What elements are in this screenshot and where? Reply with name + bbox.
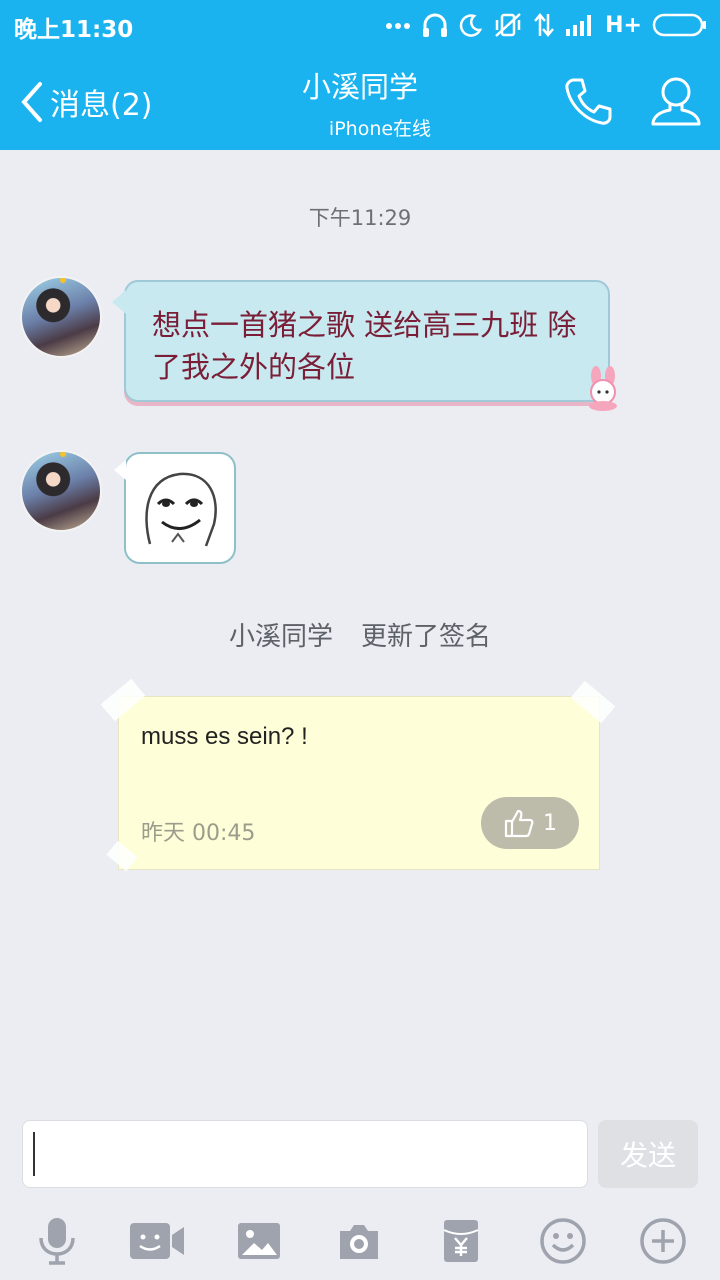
microphone-icon — [39, 1218, 75, 1265]
image-button[interactable] — [230, 1212, 288, 1270]
tape-decoration — [570, 680, 616, 724]
camera-icon — [340, 1225, 378, 1259]
phone-icon — [565, 78, 612, 125]
battery-icon — [652, 13, 706, 37]
voice-button[interactable] — [28, 1212, 86, 1270]
signature-time: 昨天 00:45 — [141, 821, 256, 846]
tape-decoration — [106, 840, 138, 872]
profile-button[interactable] — [648, 72, 704, 132]
back-button[interactable]: 消息(2) — [18, 78, 153, 126]
text-cursor — [33, 1132, 35, 1176]
chat-title: 小溪同学 — [301, 70, 418, 104]
message-input[interactable] — [22, 1120, 588, 1188]
message-text: 想点一首猪之歌 送给高三九班 除了我之外的各位 — [152, 308, 577, 384]
person-icon — [651, 77, 701, 126]
avatar-decoration — [60, 278, 66, 283]
emoji-button[interactable] — [534, 1212, 592, 1270]
emoji-icon — [540, 1218, 586, 1264]
like-button[interactable]: 1 — [481, 797, 579, 849]
more-button[interactable] — [634, 1212, 692, 1270]
sticker-bubble[interactable] — [114, 452, 236, 564]
back-label: 消息(2) — [50, 88, 153, 123]
status-icons: H+ — [385, 8, 708, 42]
contact-avatar[interactable] — [20, 450, 102, 532]
voice-call-button[interactable] — [560, 74, 616, 130]
video-call-icon — [130, 1223, 184, 1259]
bubble-tail — [112, 290, 126, 314]
more-dots-icon — [386, 23, 411, 29]
chat-title-block[interactable]: 小溪同学 iPhone在线 — [200, 64, 520, 141]
status-time: 晚上11:30 — [14, 17, 134, 43]
moon-icon — [459, 14, 483, 37]
video-call-button[interactable] — [128, 1212, 186, 1270]
input-bar: 发送 — [0, 1110, 720, 1280]
smirk-face-sticker-icon — [145, 472, 217, 547]
like-count: 1 — [543, 810, 557, 836]
network-type: H+ — [605, 12, 642, 38]
red-packet-icon — [443, 1220, 479, 1262]
contact-avatar[interactable] — [20, 276, 102, 358]
notice-name: 小溪同学 — [228, 622, 333, 652]
bunny-decoration-icon — [589, 366, 617, 411]
signature-card[interactable]: muss es sein? ! 昨天 00:45 1 — [100, 678, 616, 872]
chat-header: 晚上11:30 H+ 消息(2) 小溪同学 iPhone在线 — [0, 0, 720, 150]
send-button[interactable]: 发送 — [598, 1120, 698, 1188]
camera-button[interactable] — [330, 1212, 388, 1270]
plus-icon — [640, 1218, 686, 1264]
bubble-tail — [114, 460, 126, 480]
online-status: iPhone在线 — [328, 118, 432, 140]
signal-icon — [566, 15, 592, 36]
chevron-left-icon — [21, 82, 42, 122]
headphones-icon — [423, 13, 448, 37]
tape-decoration — [100, 678, 146, 722]
data-transfer-icon — [534, 13, 555, 37]
red-packet-button[interactable] — [432, 1212, 490, 1270]
message-timestamp: 下午11:29 — [308, 206, 412, 230]
signature-update-notice: 小溪同学 更新了签名 — [0, 616, 720, 653]
notice-action: 更新了签名 — [361, 622, 492, 652]
status-bar: 晚上11:30 H+ — [0, 0, 720, 50]
message-bubble[interactable]: 想点一首猪之歌 送给高三九班 除了我之外的各位 — [112, 280, 617, 411]
avatar-decoration — [60, 452, 66, 457]
thumbs-up-icon — [504, 809, 534, 838]
image-icon — [238, 1223, 280, 1259]
vibrate-off-icon — [495, 13, 521, 37]
signature-text: muss es sein? ! — [141, 723, 308, 750]
